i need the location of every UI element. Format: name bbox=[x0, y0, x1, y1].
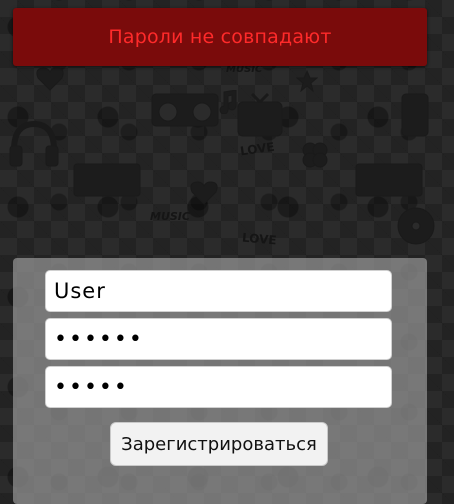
music-note-icon bbox=[219, 90, 237, 114]
login-value: User bbox=[54, 279, 106, 303]
decor-love-text: LOVE bbox=[241, 230, 278, 248]
password-confirm-input[interactable]: ••••• bbox=[45, 366, 392, 408]
password-input[interactable]: •••••• bbox=[45, 318, 392, 360]
registration-form: User •••••• ••••• Зарегистрироваться bbox=[13, 258, 427, 504]
ipod-icon bbox=[401, 93, 429, 137]
keyboard-icon bbox=[73, 163, 141, 197]
register-button[interactable]: Зарегистрироваться bbox=[110, 422, 328, 466]
login-input[interactable]: User bbox=[45, 270, 392, 312]
heart-icon bbox=[190, 181, 218, 205]
clover-icon bbox=[302, 142, 328, 168]
password-value: •••••• bbox=[54, 326, 144, 352]
password-confirm-value: ••••• bbox=[54, 374, 129, 400]
vinyl-icon bbox=[397, 207, 435, 245]
decor-music-text: MUSIC bbox=[150, 210, 190, 223]
decor-love-text: LOVE bbox=[239, 139, 276, 159]
tv-icon bbox=[237, 92, 283, 137]
star-icon bbox=[296, 70, 318, 92]
error-message: Пароли не совпадают bbox=[108, 26, 332, 48]
headphones-icon bbox=[9, 120, 59, 167]
keyboard-icon bbox=[355, 163, 423, 197]
heart-icon bbox=[36, 67, 64, 91]
boombox-icon bbox=[151, 93, 219, 127]
error-alert: Пароли не совпадают bbox=[13, 8, 427, 66]
